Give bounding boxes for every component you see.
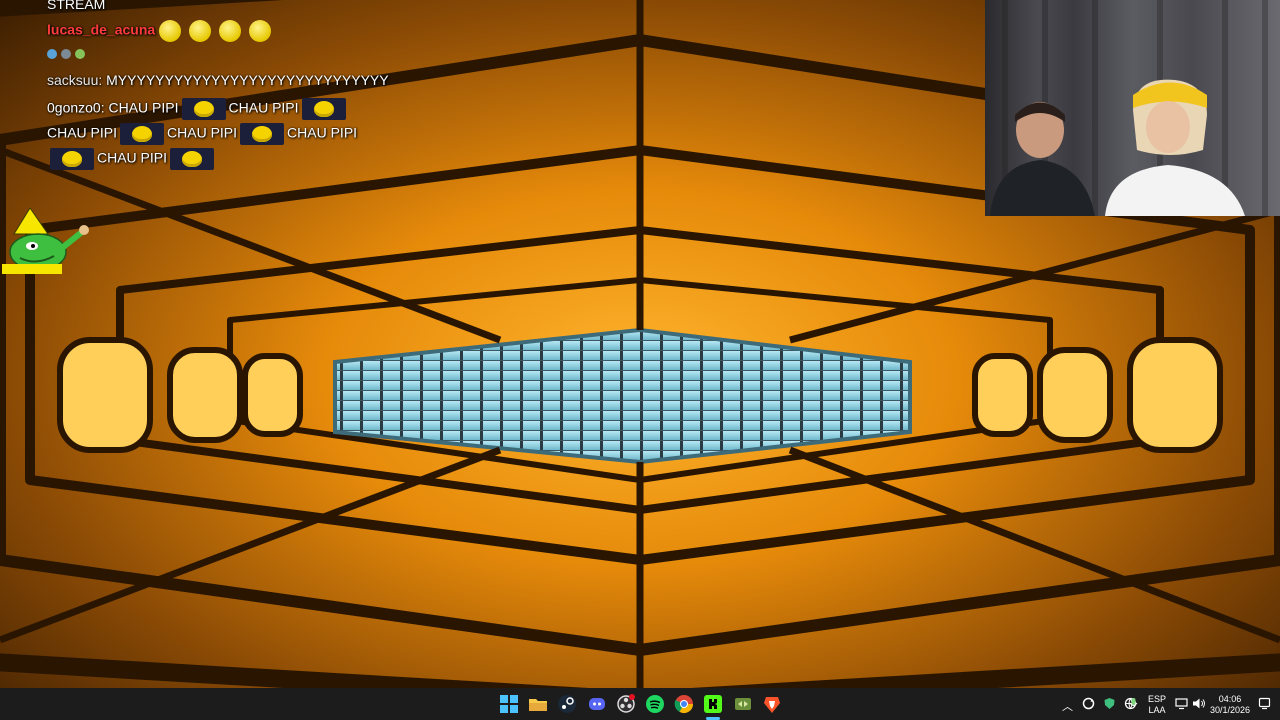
webcam-feed — [985, 0, 1280, 216]
chat-text: CHAU PIPI — [47, 124, 118, 141]
minion-emote-icon — [301, 98, 346, 120]
steam-icon[interactable] — [557, 694, 577, 714]
chat-text: CHAU PIPI — [108, 99, 179, 116]
chat-message: CHAU PIPI — [47, 148, 217, 170]
file-explorer-icon[interactable] — [528, 694, 548, 714]
minion-emote-icon — [181, 98, 226, 120]
language-code: ESP — [1147, 694, 1166, 704]
chrome-icon[interactable] — [674, 694, 694, 714]
security-shield-icon[interactable] — [1103, 697, 1116, 713]
emote-icon — [219, 20, 242, 42]
brave-icon[interactable] — [762, 694, 782, 714]
chat-message: 0gonzo0: CHAU PIPI CHAU PIPI — [47, 98, 349, 120]
chat-header-label: STREAM — [47, 0, 106, 12]
discord-icon[interactable] — [587, 694, 607, 714]
badge-icon — [47, 49, 57, 59]
minion-emote-icon — [50, 148, 94, 170]
chat-text: MYYYYYYYYYYYYYYYYYYYYYYYYYYYYY — [106, 72, 389, 88]
chat-message: CHAU PIPI CHAU PIPI CHAU PIPI — [47, 123, 357, 145]
kick-icon[interactable] — [703, 694, 723, 714]
clock[interactable]: 04:06 30/1/2026 — [1208, 694, 1252, 716]
display-icon[interactable] — [1175, 697, 1188, 713]
windows-start-icon[interactable] — [499, 694, 519, 714]
chat-text: CHAU PIPI — [287, 124, 358, 141]
minion-emote-icon — [240, 123, 285, 145]
chat-username: lucas_de_acuna — [47, 21, 156, 38]
clock-time: 04:06 — [1218, 694, 1242, 704]
chevron-up-icon[interactable]: ︿ — [1062, 698, 1073, 714]
chat-header: STREAM — [47, 0, 105, 12]
notification-icon[interactable] — [1258, 697, 1271, 713]
keyboard-layout: LAA — [1148, 705, 1166, 715]
chat-username: sacksuu: — [47, 72, 103, 88]
emote-icon — [159, 20, 182, 42]
spotify-icon[interactable] — [645, 694, 665, 714]
chat-message: sacksuu: MYYYYYYYYYYYYYYYYYYYYYYYYYYYYY — [47, 72, 389, 88]
volume-icon[interactable] — [1192, 697, 1206, 713]
windows-taskbar: ︿ ESP LAA 04:06 30/1/2026 — [0, 688, 1280, 720]
badge-icon — [74, 49, 85, 59]
sync-icon[interactable] — [1082, 697, 1095, 713]
badge-icon — [60, 49, 71, 59]
obs-icon[interactable] — [616, 694, 636, 714]
chat-badges — [47, 46, 85, 62]
emote-icon — [189, 20, 212, 42]
input-language-indicator[interactable]: ESP LAA — [1146, 694, 1168, 716]
chat-text: CHAU PIPI — [167, 124, 238, 141]
microphone-icon[interactable] — [1127, 697, 1140, 713]
minion-emote-icon — [170, 148, 215, 170]
emote-icon — [249, 20, 272, 42]
frog-mascot-icon — [2, 208, 89, 274]
game-icon[interactable] — [733, 694, 753, 714]
minion-emote-icon — [120, 123, 165, 145]
webcam-scene — [990, 0, 1268, 216]
chat-username: 0gonzo0: — [47, 99, 105, 116]
chat-text: CHAU PIPI — [228, 99, 299, 116]
chat-text: CHAU PIPI — [97, 149, 168, 166]
chat-message: lucas_de_acuna — [47, 20, 279, 42]
clock-date: 30/1/2026 — [1209, 705, 1251, 715]
